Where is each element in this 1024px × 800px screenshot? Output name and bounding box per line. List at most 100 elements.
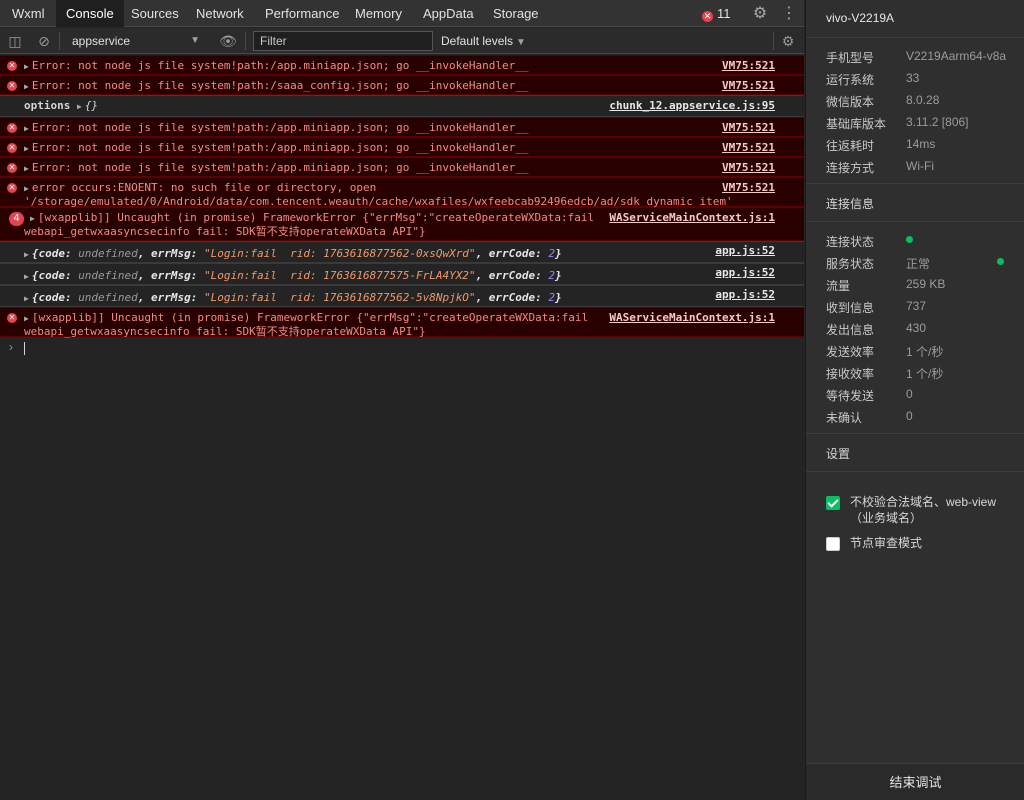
expand-triangle-icon[interactable]: ▶ (24, 82, 29, 91)
source-link[interactable]: WAServiceMainContext.js:1 (609, 311, 775, 325)
expand-triangle-icon[interactable]: ▶ (24, 62, 29, 71)
source-link[interactable]: VM75:521 (722, 181, 775, 195)
expand-triangle-icon[interactable]: ▶ (24, 272, 29, 281)
divider (806, 433, 1024, 434)
object-value-errmsg: "Login:fail rid: 1763616877562-5v8NpjkO" (204, 291, 476, 304)
error-icon: ✕ (7, 123, 17, 133)
message-line: [wxapplib]] Uncaught (in promise) Framew… (37, 211, 595, 224)
source-link[interactable]: app.js:52 (715, 244, 775, 258)
device-info-row: 基础库版本 3.11.2 [806] (826, 115, 1024, 131)
tab-memory[interactable]: Memory (345, 0, 412, 27)
info-label: 服务状态 (826, 257, 875, 271)
sidebar-toggle-icon[interactable]: ◫ (5, 31, 25, 51)
info-label: 微信版本 (826, 95, 875, 109)
source-link[interactable]: VM75:521 (722, 59, 775, 73)
console-prompt[interactable]: › (0, 338, 804, 358)
error-count-badge[interactable]: ✕ 11 (702, 0, 731, 27)
prompt-chevron-icon: › (9, 340, 13, 354)
console-error-row[interactable]: 4 ▶ [wxapplib]] Uncaught (in promise) Fram… (0, 207, 804, 241)
device-info-row: 运行系统 33 (826, 71, 1024, 87)
console-log-row[interactable]: options ▶{} chunk_12.appservice.js:95 (0, 95, 804, 117)
expand-triangle-icon[interactable]: ▶ (24, 184, 29, 193)
object-key: {code: (31, 269, 79, 282)
remote-debug-panel: vivo-V2219A 手机型号 V2219Aarm64-v8a 运行系统 33 微信版… (805, 0, 1024, 800)
console-log-row[interactable]: ▶ {code: undefined, errMsg: "Login:fail r… (0, 263, 804, 285)
info-label: 收到信息 (826, 301, 875, 315)
tab-console[interactable]: Console (56, 0, 124, 27)
connection-info-row: 连接状态 (826, 233, 1024, 249)
source-link[interactable]: VM75:521 (722, 161, 775, 175)
tab-storage[interactable]: Storage (483, 0, 549, 27)
console-error-row[interactable]: ✕ ▶ Error: not node js file system!path:/s… (0, 75, 804, 95)
tab-sources[interactable]: Sources (121, 0, 189, 27)
checkbox-label: 节点审查模式 (850, 536, 923, 550)
source-link[interactable]: WAServiceMainContext.js:1 (609, 211, 775, 225)
toolbar-divider (773, 32, 774, 50)
console-error-row[interactable]: ✕ ▶ error occurs:ENOENT: no such file or d… (0, 177, 804, 208)
device-info-row: 连接方式 Wi-Fi (826, 159, 1024, 175)
divider (806, 221, 1024, 222)
info-value: V2219Aarm64-v8a (906, 49, 1007, 63)
source-link[interactable]: chunk_12.appservice.js:95 (609, 99, 775, 113)
filter-input[interactable] (253, 31, 433, 51)
source-link[interactable]: app.js:52 (715, 266, 775, 280)
log-prefix: options (24, 99, 71, 112)
settings-option[interactable]: 不校验合法域名、web-view（业务域名） (826, 495, 1016, 530)
expand-triangle-icon[interactable]: ▶ (24, 250, 29, 259)
info-value: 0 (906, 387, 913, 401)
source-link[interactable]: app.js:52 (715, 288, 775, 302)
source-link[interactable]: VM75:521 (722, 141, 775, 155)
source-link[interactable]: VM75:521 (722, 79, 775, 93)
info-value: 259 KB (906, 277, 946, 291)
error-icon: ✕ (7, 313, 17, 323)
expand-triangle-icon[interactable]: ▶ (77, 102, 82, 111)
clear-console-icon[interactable]: ⊘ (34, 31, 54, 51)
info-value: 33 (906, 71, 920, 85)
info-label: 未确认 (826, 411, 863, 425)
expand-triangle-icon[interactable]: ▶ (24, 294, 29, 303)
checkbox[interactable] (826, 537, 840, 551)
console-error-row[interactable]: ✕ ▶ Error: not node js file system!path:/a… (0, 157, 804, 177)
info-value: Wi-Fi (906, 159, 934, 173)
tab-network[interactable]: Network (186, 0, 254, 27)
expand-triangle-icon[interactable]: ▶ (30, 214, 35, 223)
expand-triangle-icon[interactable]: ▶ (24, 314, 29, 323)
console-error-row[interactable]: ✕ ▶ Error: not node js file system!path:/a… (0, 137, 804, 157)
expand-triangle-icon[interactable]: ▶ (24, 164, 29, 173)
divider (806, 471, 1024, 472)
console-settings-gear-icon[interactable]: ⚙ (778, 31, 798, 51)
message-text: options ▶{} (24, 99, 604, 114)
more-menu-icon[interactable]: ⋮ (779, 0, 799, 27)
eye-icon[interactable]: 👁 (218, 31, 238, 51)
info-value: 430 (906, 321, 927, 335)
info-label: 发出信息 (826, 323, 875, 337)
console-log-row[interactable]: ▶ {code: undefined, errMsg: "Login:fail r… (0, 241, 804, 263)
end-debug-button[interactable]: 结束调试 (806, 763, 1024, 800)
source-link[interactable]: VM75:521 (722, 121, 775, 135)
console-error-row[interactable]: ✕ ▶ [wxapplib]] Uncaught (in promise) Fram… (0, 307, 804, 338)
tab-performance[interactable]: Performance (255, 0, 349, 27)
levels-dropdown[interactable]: Default levels ▼ (441, 31, 526, 51)
info-label: 连接状态 (826, 235, 875, 249)
object-value-code: undefined (78, 291, 138, 304)
console-log-row[interactable]: ▶ {code: undefined, errMsg: "Login:fail r… (0, 285, 804, 307)
object-key: , errCode: (475, 291, 549, 304)
settings-option[interactable]: 节点审查模式 (826, 536, 1016, 571)
tab-wxml[interactable]: Wxml (2, 0, 55, 27)
message-text: ▶ Error: not node js file system!path:/ap… (24, 59, 604, 74)
context-select[interactable]: appservice ▼ (64, 31, 204, 51)
checkbox[interactable] (826, 496, 840, 510)
console-error-row[interactable]: ✕ ▶ Error: not node js file system!path:/a… (0, 55, 804, 75)
object-value-code: undefined (78, 247, 138, 260)
expand-triangle-icon[interactable]: ▶ (24, 124, 29, 133)
console-error-row[interactable]: ✕ ▶ Error: not node js file system!path:/a… (0, 117, 804, 137)
expand-triangle-icon[interactable]: ▶ (24, 144, 29, 153)
info-label: 流量 (826, 279, 851, 293)
info-label: 手机型号 (826, 51, 875, 65)
tab-appdata[interactable]: AppData (413, 0, 484, 27)
error-icon: ✕ (7, 81, 17, 91)
info-label: 接收效率 (826, 367, 875, 381)
message-line: Error: not node js file system!path:/app… (31, 141, 529, 154)
gear-icon[interactable]: ⚙ (750, 0, 770, 27)
object-key: } (555, 247, 562, 260)
